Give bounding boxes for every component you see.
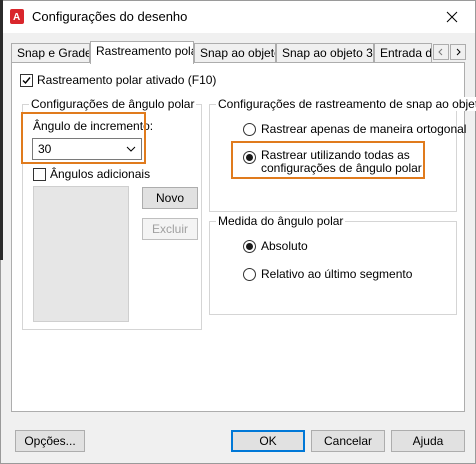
snap-tracking-group-title: Configurações de rastreamento de snap ao… [216, 97, 476, 111]
polar-tracking-label: Rastreamento polar ativado (F10) [37, 73, 217, 87]
background-window-edge [0, 0, 3, 260]
dialog-content: Snap e Grade Rastreamento polar Snap ao … [1, 33, 476, 463]
angle-settings-group: Configurações de ângulo polar Ângulo de … [22, 97, 202, 330]
chevron-down-icon [126, 146, 136, 152]
tab-snap-objeto-3d[interactable]: Snap ao objeto 3D [276, 43, 374, 63]
polar-tracking-panel: Rastreamento polar ativado (F10) Configu… [11, 62, 476, 412]
angle-measure-group-title: Medida do ângulo polar [216, 214, 346, 228]
track-orthogonal-label: Rastrear apenas de maneira ortogonal [261, 122, 467, 136]
delete-angle-button[interactable]: Excluir [142, 218, 198, 240]
polar-tracking-checkbox[interactable] [20, 74, 33, 87]
snap-tracking-group: Configurações de rastreamento de snap ao… [209, 97, 476, 212]
tab-scroll-left-button[interactable] [433, 44, 449, 60]
chevron-left-icon [438, 48, 443, 56]
options-button[interactable]: Opções... [15, 430, 85, 452]
svg-text:A: A [13, 12, 20, 23]
autocad-app-icon: A [10, 9, 24, 24]
angle-settings-group-title: Configurações de ângulo polar [29, 97, 197, 111]
additional-angles-label: Ângulos adicionais [50, 167, 151, 181]
tab-rastreamento-polar[interactable]: Rastreamento polar [90, 41, 194, 64]
chevron-right-icon [456, 48, 461, 56]
drawing-settings-dialog: A Configurações do desenho Snap e Grade … [0, 0, 476, 464]
cancel-button[interactable]: Cancelar [311, 430, 385, 452]
help-button[interactable]: Ajuda [391, 430, 465, 452]
additional-angles-list[interactable] [33, 186, 129, 322]
absolute-label: Absoluto [261, 239, 308, 253]
tab-strip: Snap e Grade Rastreamento polar Snap ao … [11, 41, 467, 64]
tab-entrada-dinamica[interactable]: Entrada din [374, 43, 432, 63]
new-angle-button[interactable]: Novo [142, 187, 198, 209]
title-bar[interactable]: A Configurações do desenho [1, 1, 475, 33]
angle-measure-group: Medida do ângulo polar Absoluto Relativo… [209, 214, 457, 315]
track-orthogonal-radio[interactable] [243, 123, 256, 136]
increment-angle-label: Ângulo de incremento: [33, 119, 154, 133]
track-all-polar-label: Rastrear utilizando todas as configuraçõ… [261, 148, 422, 175]
close-icon [446, 11, 458, 22]
tab-scroll-right-button[interactable] [450, 44, 466, 60]
absolute-radio[interactable] [243, 240, 256, 253]
ok-button[interactable]: OK [231, 430, 305, 452]
relative-last-segment-radio[interactable] [243, 268, 256, 281]
additional-angles-checkbox[interactable] [33, 168, 46, 181]
increment-angle-value: 30 [38, 142, 52, 156]
track-all-polar-radio[interactable] [243, 151, 256, 164]
tab-snap-grade[interactable]: Snap e Grade [11, 43, 90, 63]
close-button[interactable] [429, 1, 475, 32]
increment-angle-combobox[interactable]: 30 [32, 138, 142, 160]
relative-last-segment-label: Relativo ao último segmento [261, 267, 413, 281]
tab-snap-objeto[interactable]: Snap ao objeto [194, 43, 276, 63]
window-title: Configurações do desenho [32, 9, 188, 24]
checkmark-icon [22, 77, 31, 85]
